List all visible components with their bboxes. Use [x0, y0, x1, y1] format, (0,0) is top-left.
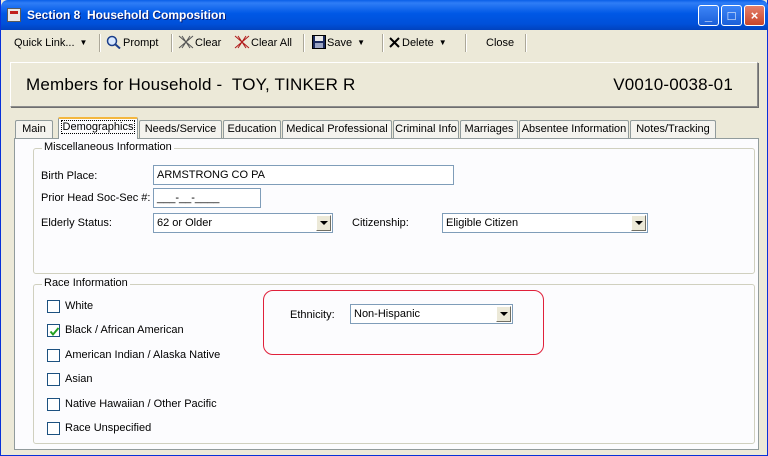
toolbar-separator	[99, 34, 101, 52]
save-button[interactable]: Save ▼	[312, 33, 365, 53]
toolbar-separator	[382, 34, 384, 52]
dropdown-arrow-icon: ▼	[79, 38, 88, 47]
misc-info-group-label: Miscellaneous Information	[42, 141, 174, 153]
clear-button[interactable]: Clear	[178, 33, 221, 53]
x-delete-icon	[389, 37, 400, 48]
race-native-hawaiian-label: Native Hawaiian / Other Pacific	[65, 398, 217, 410]
magnifier-icon	[106, 35, 121, 50]
save-label: Save	[327, 37, 353, 49]
prompt-button[interactable]: Prompt	[106, 33, 158, 53]
quick-link-button[interactable]: Quick Link... ▼	[14, 33, 87, 53]
birth-place-field[interactable]: ARMSTRONG CO PA	[153, 165, 454, 185]
toolbar-separator	[525, 34, 527, 52]
title-bar[interactable]: Section 8 Household Composition _ □ ×	[1, 0, 768, 30]
clear-all-label: Clear All	[251, 37, 292, 49]
birth-place-label: Birth Place:	[41, 170, 98, 182]
dropdown-arrow-icon: ▼	[438, 38, 447, 47]
tab-demographics-label: Demographics	[60, 120, 136, 134]
race-unspecified-label: Race Unspecified	[65, 422, 152, 434]
citizenship-value: Eligible Citizen	[446, 217, 519, 229]
elderly-status-select[interactable]: 62 or Older	[153, 213, 333, 233]
toolbar-separator	[303, 34, 305, 52]
race-info-group-label: Race Information	[42, 277, 130, 289]
close-button[interactable]: Close	[486, 33, 514, 53]
tab-notes-tracking[interactable]: Notes/Tracking	[630, 120, 716, 138]
app-icon	[7, 8, 21, 22]
tab-criminal-info[interactable]: Criminal Info	[393, 120, 459, 138]
household-title: Members for Household - TOY, TINKER R	[26, 75, 356, 94]
tab-demographics[interactable]: Demographics	[58, 117, 138, 139]
quick-link-label: Quick Link...	[14, 37, 75, 49]
close-window-button[interactable]: ×	[744, 5, 765, 26]
toolbar-separator	[171, 34, 173, 52]
race-american-indian-checkbox[interactable]	[47, 349, 60, 362]
race-asian-checkbox[interactable]	[47, 373, 60, 386]
race-asian-label: Asian	[65, 373, 93, 385]
dropdown-arrow-icon: ▼	[357, 38, 365, 47]
delete-label: Delete	[402, 37, 434, 49]
race-american-indian-label: American Indian / Alaska Native	[65, 349, 221, 361]
delete-button[interactable]: Delete ▼	[388, 33, 447, 53]
floppy-disk-icon	[312, 35, 326, 49]
tab-main[interactable]: Main	[15, 120, 53, 138]
ethnicity-label: Ethnicity:	[290, 309, 335, 321]
prior-head-ssn-label: Prior Head Soc-Sec #:	[41, 192, 151, 204]
elderly-status-label: Elderly Status:	[41, 217, 112, 229]
prior-head-ssn-field[interactable]: ___-__-____	[153, 188, 261, 208]
household-header: Members for Household - TOY, TINKER R V0…	[10, 62, 758, 107]
citizenship-label: Citizenship:	[352, 217, 409, 229]
chevron-down-icon[interactable]	[631, 215, 646, 231]
prompt-label: Prompt	[123, 37, 159, 49]
checkmark-icon	[49, 327, 60, 337]
chevron-down-icon[interactable]	[496, 306, 511, 322]
chevron-down-icon[interactable]	[316, 215, 331, 231]
household-composition-window: Section 8 Household Composition _ □ × Qu…	[0, 0, 768, 456]
tab-medical-professional[interactable]: Medical Professional	[282, 120, 392, 138]
clear-label: Clear	[195, 37, 222, 49]
race-white-checkbox[interactable]	[47, 300, 60, 313]
eraser-all-icon	[234, 35, 250, 49]
toolbar: Quick Link... ▼ Prompt Clear Clear All S…	[5, 30, 765, 55]
window-title: Section 8 Household Composition	[27, 8, 226, 22]
race-black-checkbox[interactable]	[47, 324, 60, 337]
elderly-status-value: 62 or Older	[157, 217, 213, 229]
ethnicity-select[interactable]: Non-Hispanic	[350, 304, 513, 324]
minimize-button[interactable]: _	[698, 5, 719, 26]
maximize-button[interactable]: □	[721, 5, 742, 26]
race-white-label: White	[65, 300, 94, 312]
tab-marriages[interactable]: Marriages	[460, 120, 518, 138]
tab-education[interactable]: Education	[223, 120, 281, 138]
household-code: V0010-0038-01	[613, 75, 733, 94]
toolbar-separator	[465, 34, 467, 52]
ethnicity-value: Non-Hispanic	[354, 308, 421, 320]
tab-needs-service[interactable]: Needs/Service	[139, 120, 222, 138]
race-black-label: Black / African American	[65, 324, 184, 336]
race-unspecified-checkbox[interactable]	[47, 422, 60, 435]
citizenship-select[interactable]: Eligible Citizen	[442, 213, 648, 233]
tab-absentee-information[interactable]: Absentee Information	[519, 120, 629, 138]
race-native-hawaiian-checkbox[interactable]	[47, 398, 60, 411]
clear-all-button[interactable]: Clear All	[234, 33, 292, 53]
eraser-icon	[178, 35, 194, 49]
